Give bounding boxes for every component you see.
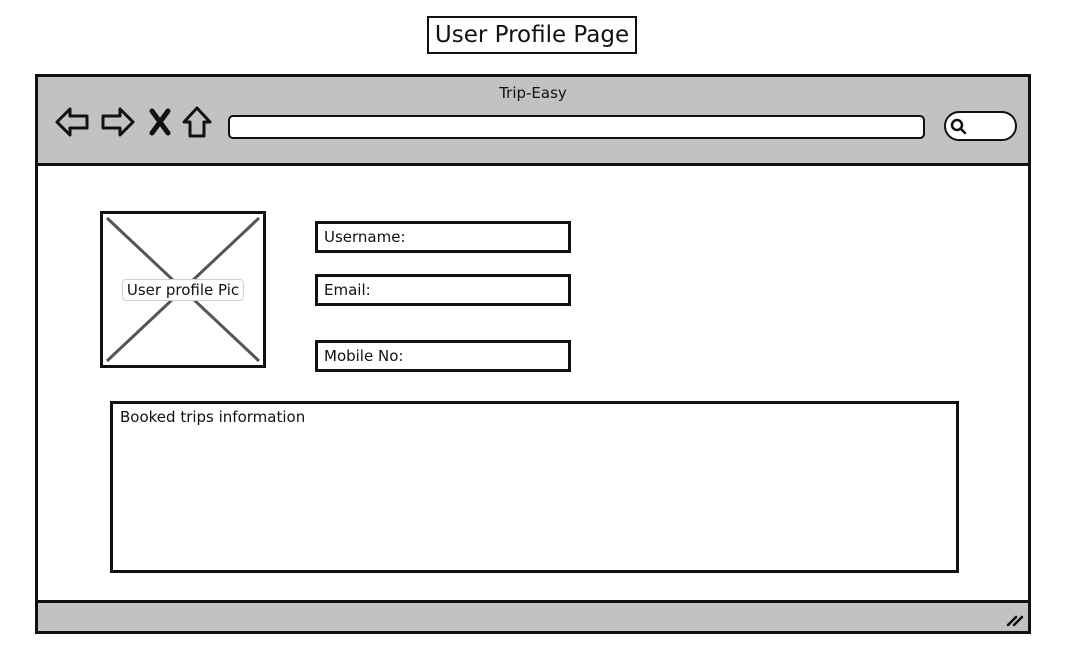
arrow-right-icon xyxy=(101,107,135,137)
home-icon xyxy=(182,106,212,138)
window-title: Trip-Easy xyxy=(499,84,567,102)
status-bar xyxy=(38,600,1028,631)
url-input[interactable] xyxy=(228,115,925,139)
resize-grip-icon[interactable] xyxy=(1004,608,1024,628)
forward-button[interactable] xyxy=(100,104,136,140)
mobile-field[interactable]: Mobile No: xyxy=(315,340,571,372)
close-icon xyxy=(149,108,171,136)
arrow-left-icon xyxy=(55,107,89,137)
email-field[interactable]: Email: xyxy=(315,274,571,306)
back-button[interactable] xyxy=(54,104,90,140)
stop-button[interactable] xyxy=(144,104,176,140)
page-title: User Profile Page xyxy=(427,16,637,54)
search-button[interactable] xyxy=(944,111,1017,141)
page-content: User profile Pic Username: Email: Mobile… xyxy=(38,166,1028,601)
avatar-label: User profile Pic xyxy=(121,278,245,301)
browser-toolbar: Trip-Easy xyxy=(38,77,1028,166)
avatar[interactable]: User profile Pic xyxy=(100,211,266,368)
search-icon xyxy=(950,118,967,135)
booked-trips-panel: Booked trips information xyxy=(110,401,959,573)
home-button[interactable] xyxy=(180,104,214,140)
username-field[interactable]: Username: xyxy=(315,221,571,253)
booked-trips-label: Booked trips information xyxy=(120,408,306,426)
browser-window: Trip-Easy User profile Pic Username: Ema… xyxy=(35,74,1031,634)
